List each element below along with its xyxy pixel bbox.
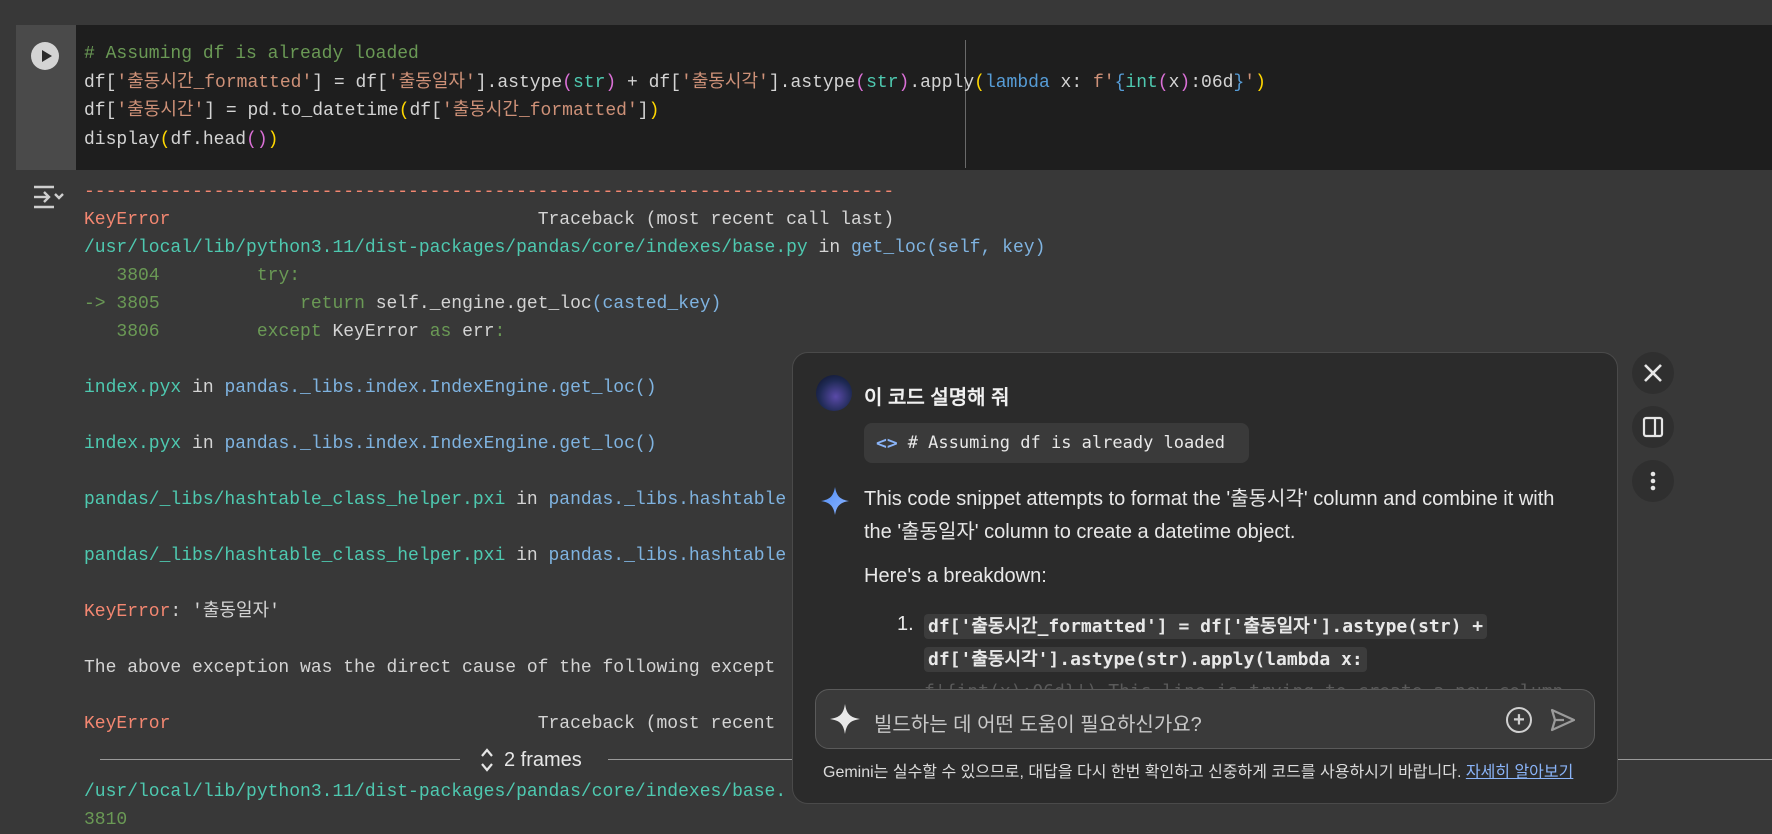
more-options-button[interactable]	[1632, 460, 1674, 502]
response-text: This code snippet attempts to format the…	[864, 488, 1555, 543]
code-line-1: # Assuming df is already loaded	[84, 44, 419, 64]
code-editor[interactable]: # Assuming df is already loaded df['출동시간…	[84, 40, 1266, 154]
code-chip-text: # Assuming df is already loaded	[907, 433, 1225, 453]
side-panel-button[interactable]	[1632, 406, 1674, 448]
send-icon[interactable]	[1549, 706, 1577, 734]
unfold-icon[interactable]	[480, 747, 494, 773]
prompt-title: 이 코드 설명해 줘	[864, 387, 1010, 409]
cell-gutter	[16, 25, 76, 170]
more-vert-icon	[1650, 471, 1656, 491]
frames-label: 2 frames	[504, 748, 582, 771]
gemini-panel: 이 코드 설명해 줘 <> # Assuming df is already l…	[792, 352, 1618, 804]
learn-more-link[interactable]: 자세히 알아보기	[1466, 764, 1574, 781]
breakdown-label: Here's a breakdown:	[864, 565, 1047, 587]
prompt-input[interactable]: 빌드하는 데 어떤 도움이 필요하신가요? +	[815, 689, 1595, 749]
run-icon[interactable]	[31, 42, 59, 70]
input-placeholder: 빌드하는 데 어떤 도움이 필요하신가요?	[874, 714, 1202, 736]
code-reference-chip[interactable]: <> # Assuming df is already loaded	[864, 423, 1249, 463]
inline-code: df['출동시간_formatted'] = df['출동일자'].astype…	[924, 610, 1590, 676]
top-bar	[0, 0, 1772, 25]
sparkle-icon	[821, 487, 849, 515]
close-icon	[1644, 364, 1662, 382]
list-number: 1.	[897, 613, 914, 635]
avatar	[816, 375, 852, 411]
code-cell[interactable]: # Assuming df is already loaded df['출동시간…	[16, 25, 1772, 170]
traceback-bottom: /usr/local/lib/python3.11/dist-packages/…	[84, 782, 787, 830]
sparkle-icon	[830, 704, 860, 734]
plus-circle-icon[interactable]: +	[1506, 707, 1532, 733]
output-toggle-icon[interactable]	[32, 182, 64, 212]
code-icon: <>	[876, 432, 898, 454]
disclaimer: Gemini는 실수할 수 있으므로, 대답을 다시 한번 확인하고 신중하게 …	[823, 764, 1574, 781]
close-button[interactable]	[1632, 352, 1674, 394]
side-panel-icon	[1642, 416, 1664, 438]
